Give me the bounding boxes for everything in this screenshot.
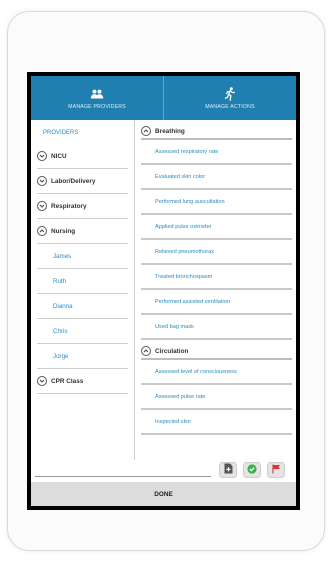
provider-item[interactable]: Dianna bbox=[37, 294, 128, 319]
chevron-down-icon bbox=[37, 151, 47, 161]
provider-name: Jorge bbox=[53, 352, 69, 360]
action-item[interactable]: Treated bronchospasm bbox=[141, 265, 292, 290]
chevron-up-icon bbox=[141, 126, 151, 136]
action-label: Performed assisted ventilation bbox=[155, 298, 230, 305]
note-input-line[interactable] bbox=[35, 476, 211, 477]
app-window: MANAGE PROVIDERS MANAGE ACTIONS PROVIDER… bbox=[31, 76, 296, 506]
providers-panel: PROVIDERS NICU Labor/Delivery Respirator… bbox=[31, 120, 135, 460]
provider-item[interactable]: James bbox=[37, 244, 128, 269]
providers-heading: PROVIDERS bbox=[43, 130, 79, 136]
action-item[interactable]: Performed assisted ventilation bbox=[141, 290, 292, 315]
provider-item[interactable]: Chris bbox=[37, 319, 128, 344]
action-item[interactable]: Evaluated skin color bbox=[141, 165, 292, 190]
provider-group-cpr-class[interactable]: CPR Class bbox=[37, 369, 128, 394]
provider-group-labor-delivery[interactable]: Labor/Delivery bbox=[37, 169, 128, 194]
action-section-title: Breathing bbox=[155, 127, 185, 135]
action-section-circulation[interactable]: Circulation bbox=[141, 340, 292, 360]
action-label: Relieved pneumothorax bbox=[155, 248, 215, 255]
chevron-up-icon bbox=[141, 346, 151, 356]
tablet-screen: MANAGE PROVIDERS MANAGE ACTIONS PROVIDER… bbox=[27, 72, 300, 510]
tab-manage-actions[interactable]: MANAGE ACTIONS bbox=[163, 76, 296, 120]
provider-name: James bbox=[53, 252, 72, 260]
tab-manage-actions-label: MANAGE ACTIONS bbox=[205, 104, 255, 110]
chevron-down-icon bbox=[37, 201, 47, 211]
provider-group-nursing[interactable]: Nursing bbox=[37, 219, 128, 244]
action-label: Assessed respiratory rate bbox=[155, 148, 219, 155]
provider-name: Dianna bbox=[53, 302, 73, 310]
provider-name: Chris bbox=[53, 327, 68, 335]
provider-item[interactable]: Jorge bbox=[37, 344, 128, 369]
provider-group-label: Respiratory bbox=[51, 202, 87, 210]
chevron-down-icon bbox=[37, 176, 47, 186]
action-label: Assessed pulse rate bbox=[155, 393, 206, 400]
check-circle-icon bbox=[247, 461, 257, 479]
tab-manage-providers-label: MANAGE PROVIDERS bbox=[68, 104, 126, 110]
action-label: Inspected skin bbox=[155, 418, 191, 425]
action-label: Assessed level of consciousness bbox=[155, 368, 237, 375]
provider-group-respiratory[interactable]: Respiratory bbox=[37, 194, 128, 219]
tab-manage-providers[interactable]: MANAGE PROVIDERS bbox=[31, 76, 163, 120]
action-item[interactable]: Performed lung auscultation bbox=[141, 190, 292, 215]
provider-group-label: NICU bbox=[51, 152, 67, 160]
action-label: Treated bronchospasm bbox=[155, 273, 213, 280]
confirm-button[interactable] bbox=[243, 462, 261, 478]
running-person-icon bbox=[224, 86, 236, 102]
action-item[interactable]: Inspected skin bbox=[141, 410, 292, 435]
provider-group-label: Nursing bbox=[51, 227, 76, 235]
provider-group-label: Labor/Delivery bbox=[51, 177, 96, 185]
action-item[interactable]: Relieved pneumothorax bbox=[141, 240, 292, 265]
action-section-title: Circulation bbox=[155, 347, 189, 355]
action-item[interactable]: Assessed level of consciousness bbox=[141, 360, 292, 385]
add-note-button[interactable] bbox=[219, 462, 237, 478]
done-label: DONE bbox=[154, 490, 173, 498]
chevron-up-icon bbox=[37, 226, 47, 236]
bottom-toolbar bbox=[31, 460, 296, 482]
action-section-breathing[interactable]: Breathing bbox=[141, 120, 292, 140]
action-label: Used bag mask bbox=[155, 323, 194, 330]
provider-item[interactable]: Ruth bbox=[37, 269, 128, 294]
action-label: Evaluated skin color bbox=[155, 173, 206, 180]
provider-group-label: CPR Class bbox=[51, 377, 84, 385]
action-item[interactable]: Assessed pulse rate bbox=[141, 385, 292, 410]
done-button[interactable]: DONE bbox=[31, 482, 296, 506]
chevron-down-icon bbox=[37, 376, 47, 386]
action-item[interactable]: Assessed respiratory rate bbox=[141, 140, 292, 165]
action-label: Applied pulse oximeter bbox=[155, 223, 212, 230]
action-label: Performed lung auscultation bbox=[155, 198, 225, 205]
people-icon bbox=[90, 86, 104, 102]
document-add-icon bbox=[224, 461, 233, 479]
action-item[interactable]: Applied pulse oximeter bbox=[141, 215, 292, 240]
flag-button[interactable] bbox=[267, 462, 285, 478]
provider-name: Ruth bbox=[53, 277, 67, 285]
action-item[interactable]: Used bag mask bbox=[141, 315, 292, 340]
top-tab-bar: MANAGE PROVIDERS MANAGE ACTIONS bbox=[31, 76, 296, 120]
flag-icon bbox=[271, 461, 281, 479]
actions-panel: Breathing Assessed respiratory rate Eval… bbox=[135, 120, 296, 460]
provider-group-nicu[interactable]: NICU bbox=[37, 144, 128, 169]
